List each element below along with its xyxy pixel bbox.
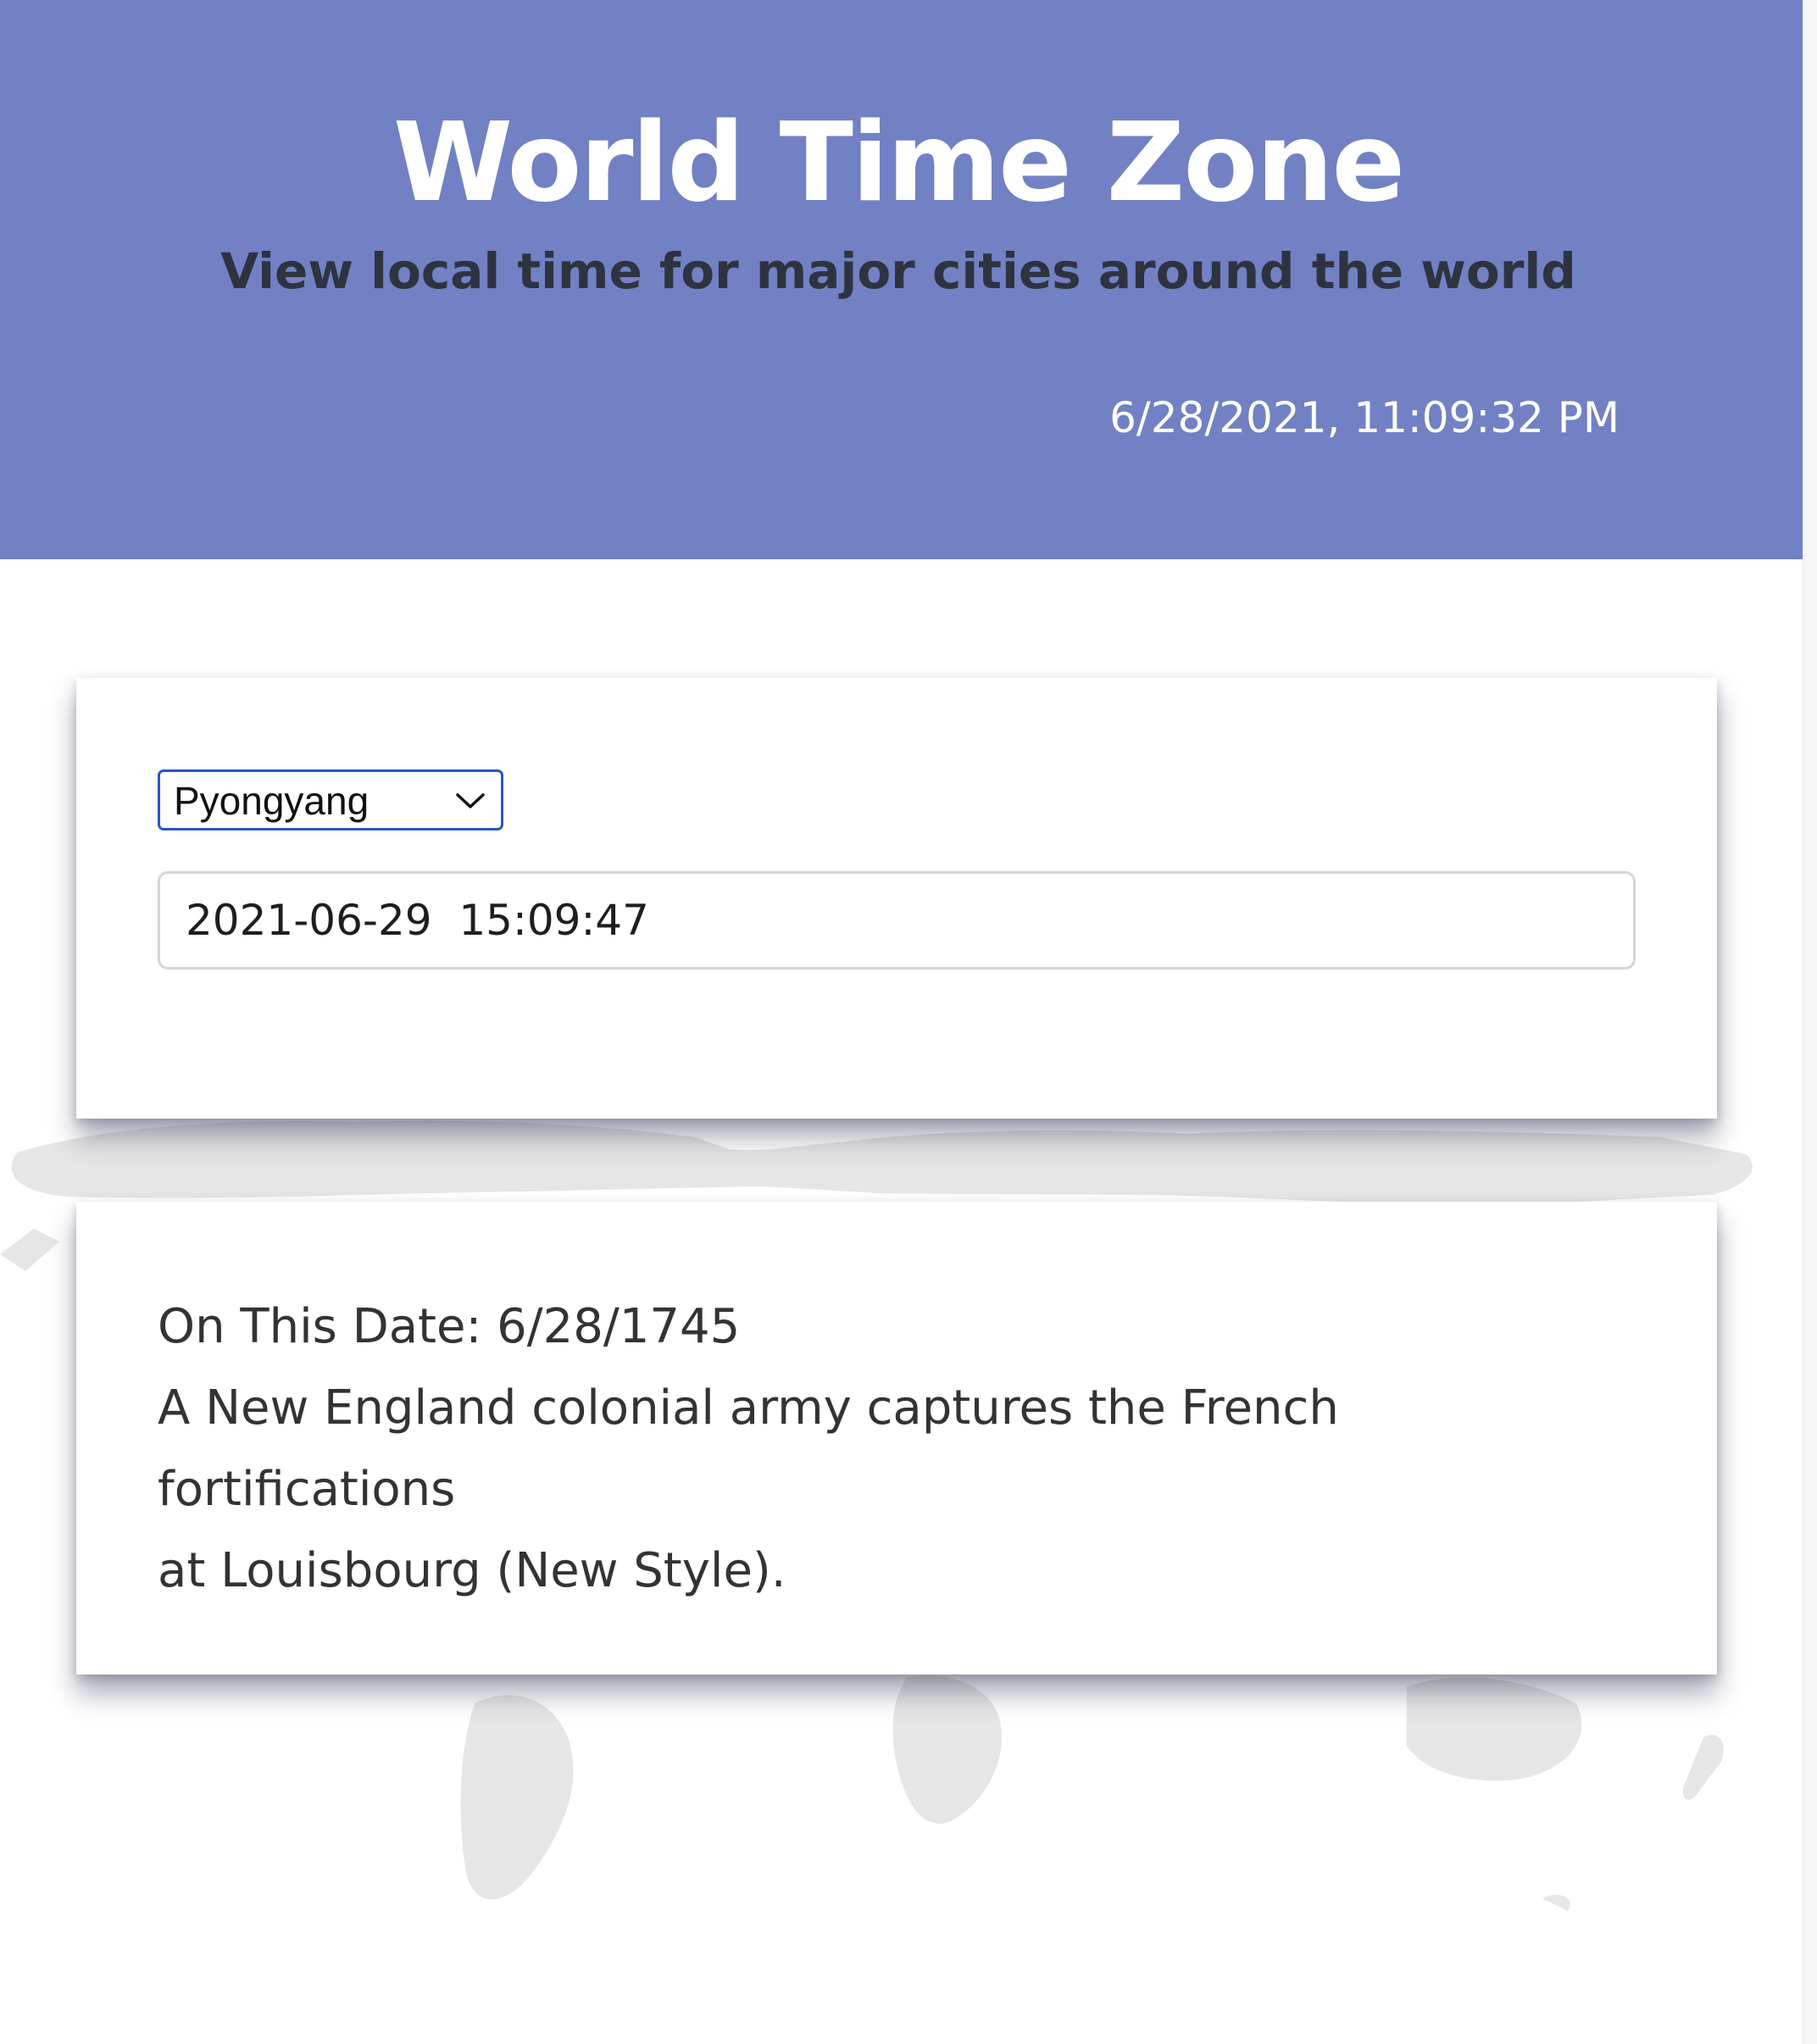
chevron-down-icon xyxy=(456,793,485,808)
on-this-date-card: On This Date: 6/28/1745 A New England co… xyxy=(76,1202,1717,1675)
on-this-date-event-line-1: A New England colonial army captures the… xyxy=(158,1380,1339,1517)
on-this-date-heading: On This Date: 6/28/1745 xyxy=(158,1299,741,1354)
page-header: World Time Zone View local time for majo… xyxy=(0,0,1803,559)
page-title: World Time Zone xyxy=(392,100,1405,226)
on-this-date-event-line-2: at Louisbourg (New Style). xyxy=(158,1543,786,1598)
city-datetime-field[interactable]: 2021-06-29 15:09:47 xyxy=(158,871,1636,969)
page-subtitle: View local time for major cities around … xyxy=(220,242,1576,300)
city-datetime-value: 2021-06-29 15:09:47 xyxy=(186,896,649,945)
local-clock: 6/28/2021, 11:09:32 PM xyxy=(1109,393,1620,442)
selected-city: Pyongyang xyxy=(174,779,370,823)
on-this-date-text: On This Date: 6/28/1745 A New England co… xyxy=(158,1286,1649,1612)
city-time-card: Pyongyang 2021-06-29 15:09:47 xyxy=(76,678,1717,1119)
city-select[interactable]: Pyongyang xyxy=(158,769,503,830)
scrollbar[interactable] xyxy=(1803,0,1817,2044)
